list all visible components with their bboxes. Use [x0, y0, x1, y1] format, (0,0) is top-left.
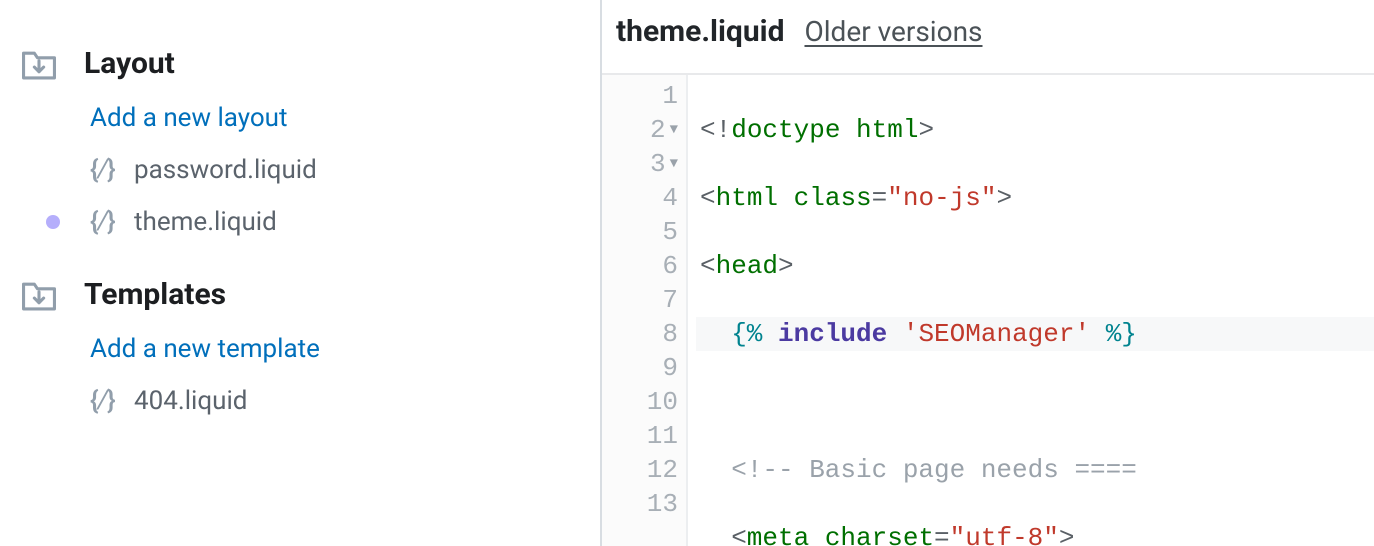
file-sidebar: Layout Add a new layout {/} password.liq…	[0, 0, 600, 546]
line-number: 13	[647, 487, 678, 521]
code-line: <html class="no-js">	[696, 181, 1374, 215]
line-number: 1	[662, 79, 678, 113]
code-line: <!-- Basic page needs ====	[696, 453, 1374, 487]
file-name: theme.liquid	[134, 207, 277, 237]
line-number: 4	[662, 181, 678, 215]
line-number: 3	[650, 147, 666, 181]
app-root: Layout Add a new layout {/} password.liq…	[0, 0, 1374, 546]
file-name: 404.liquid	[134, 386, 247, 416]
code-file-icon: {/}	[90, 386, 124, 416]
line-number: 5	[662, 215, 678, 249]
file-404-liquid[interactable]: {/} 404.liquid	[90, 386, 580, 416]
older-versions-link[interactable]: Older versions	[804, 15, 982, 48]
add-template-link[interactable]: Add a new template	[90, 334, 580, 364]
file-password-liquid[interactable]: {/} password.liquid	[90, 155, 580, 185]
editor-filename: theme.liquid	[616, 14, 784, 49]
sidebar-heading-layout: Layout	[84, 46, 175, 81]
line-number: 2	[650, 113, 666, 147]
file-name: password.liquid	[134, 155, 317, 185]
line-number: 6	[662, 249, 678, 283]
line-gutter: 1 2▼ 3▼ 4 5 6 7 8 9 10 11 12 13	[602, 75, 688, 546]
code-line: <meta charset="utf-8">	[696, 521, 1374, 546]
fold-icon[interactable]: ▼	[670, 147, 678, 181]
folder-icon	[20, 47, 58, 81]
code-file-icon: {/}	[90, 207, 124, 237]
modified-dot-icon	[46, 215, 60, 229]
code-line: <head>	[696, 249, 1374, 283]
file-tree-layout: Add a new layout {/} password.liquid {/}…	[20, 103, 580, 237]
code-line: {% include 'SEOManager' %}	[696, 317, 1374, 351]
code-line: <!doctype html>	[696, 113, 1374, 147]
code-area[interactable]: 1 2▼ 3▼ 4 5 6 7 8 9 10 11 12 13 <!doctyp…	[602, 75, 1374, 546]
editor-header: theme.liquid Older versions	[602, 0, 1374, 75]
add-layout-link[interactable]: Add a new layout	[90, 103, 580, 133]
code-file-icon: {/}	[90, 155, 124, 185]
file-tree-templates: Add a new template {/} 404.liquid	[20, 334, 580, 416]
line-number: 8	[662, 317, 678, 351]
fold-icon[interactable]: ▼	[670, 113, 678, 147]
code-line	[696, 385, 1374, 419]
file-theme-liquid[interactable]: {/} theme.liquid	[90, 207, 580, 237]
code-content[interactable]: <!doctype html> <html class="no-js"> <he…	[688, 75, 1374, 546]
line-number: 12	[647, 453, 678, 487]
code-editor: theme.liquid Older versions 1 2▼ 3▼ 4 5 …	[600, 0, 1374, 546]
sidebar-section-templates[interactable]: Templates	[20, 277, 580, 312]
sidebar-heading-templates: Templates	[84, 277, 226, 312]
line-number: 11	[647, 419, 678, 453]
line-number: 7	[662, 283, 678, 317]
folder-icon	[20, 278, 58, 312]
line-number: 10	[647, 385, 678, 419]
sidebar-section-layout[interactable]: Layout	[20, 46, 580, 81]
line-number: 9	[662, 351, 678, 385]
